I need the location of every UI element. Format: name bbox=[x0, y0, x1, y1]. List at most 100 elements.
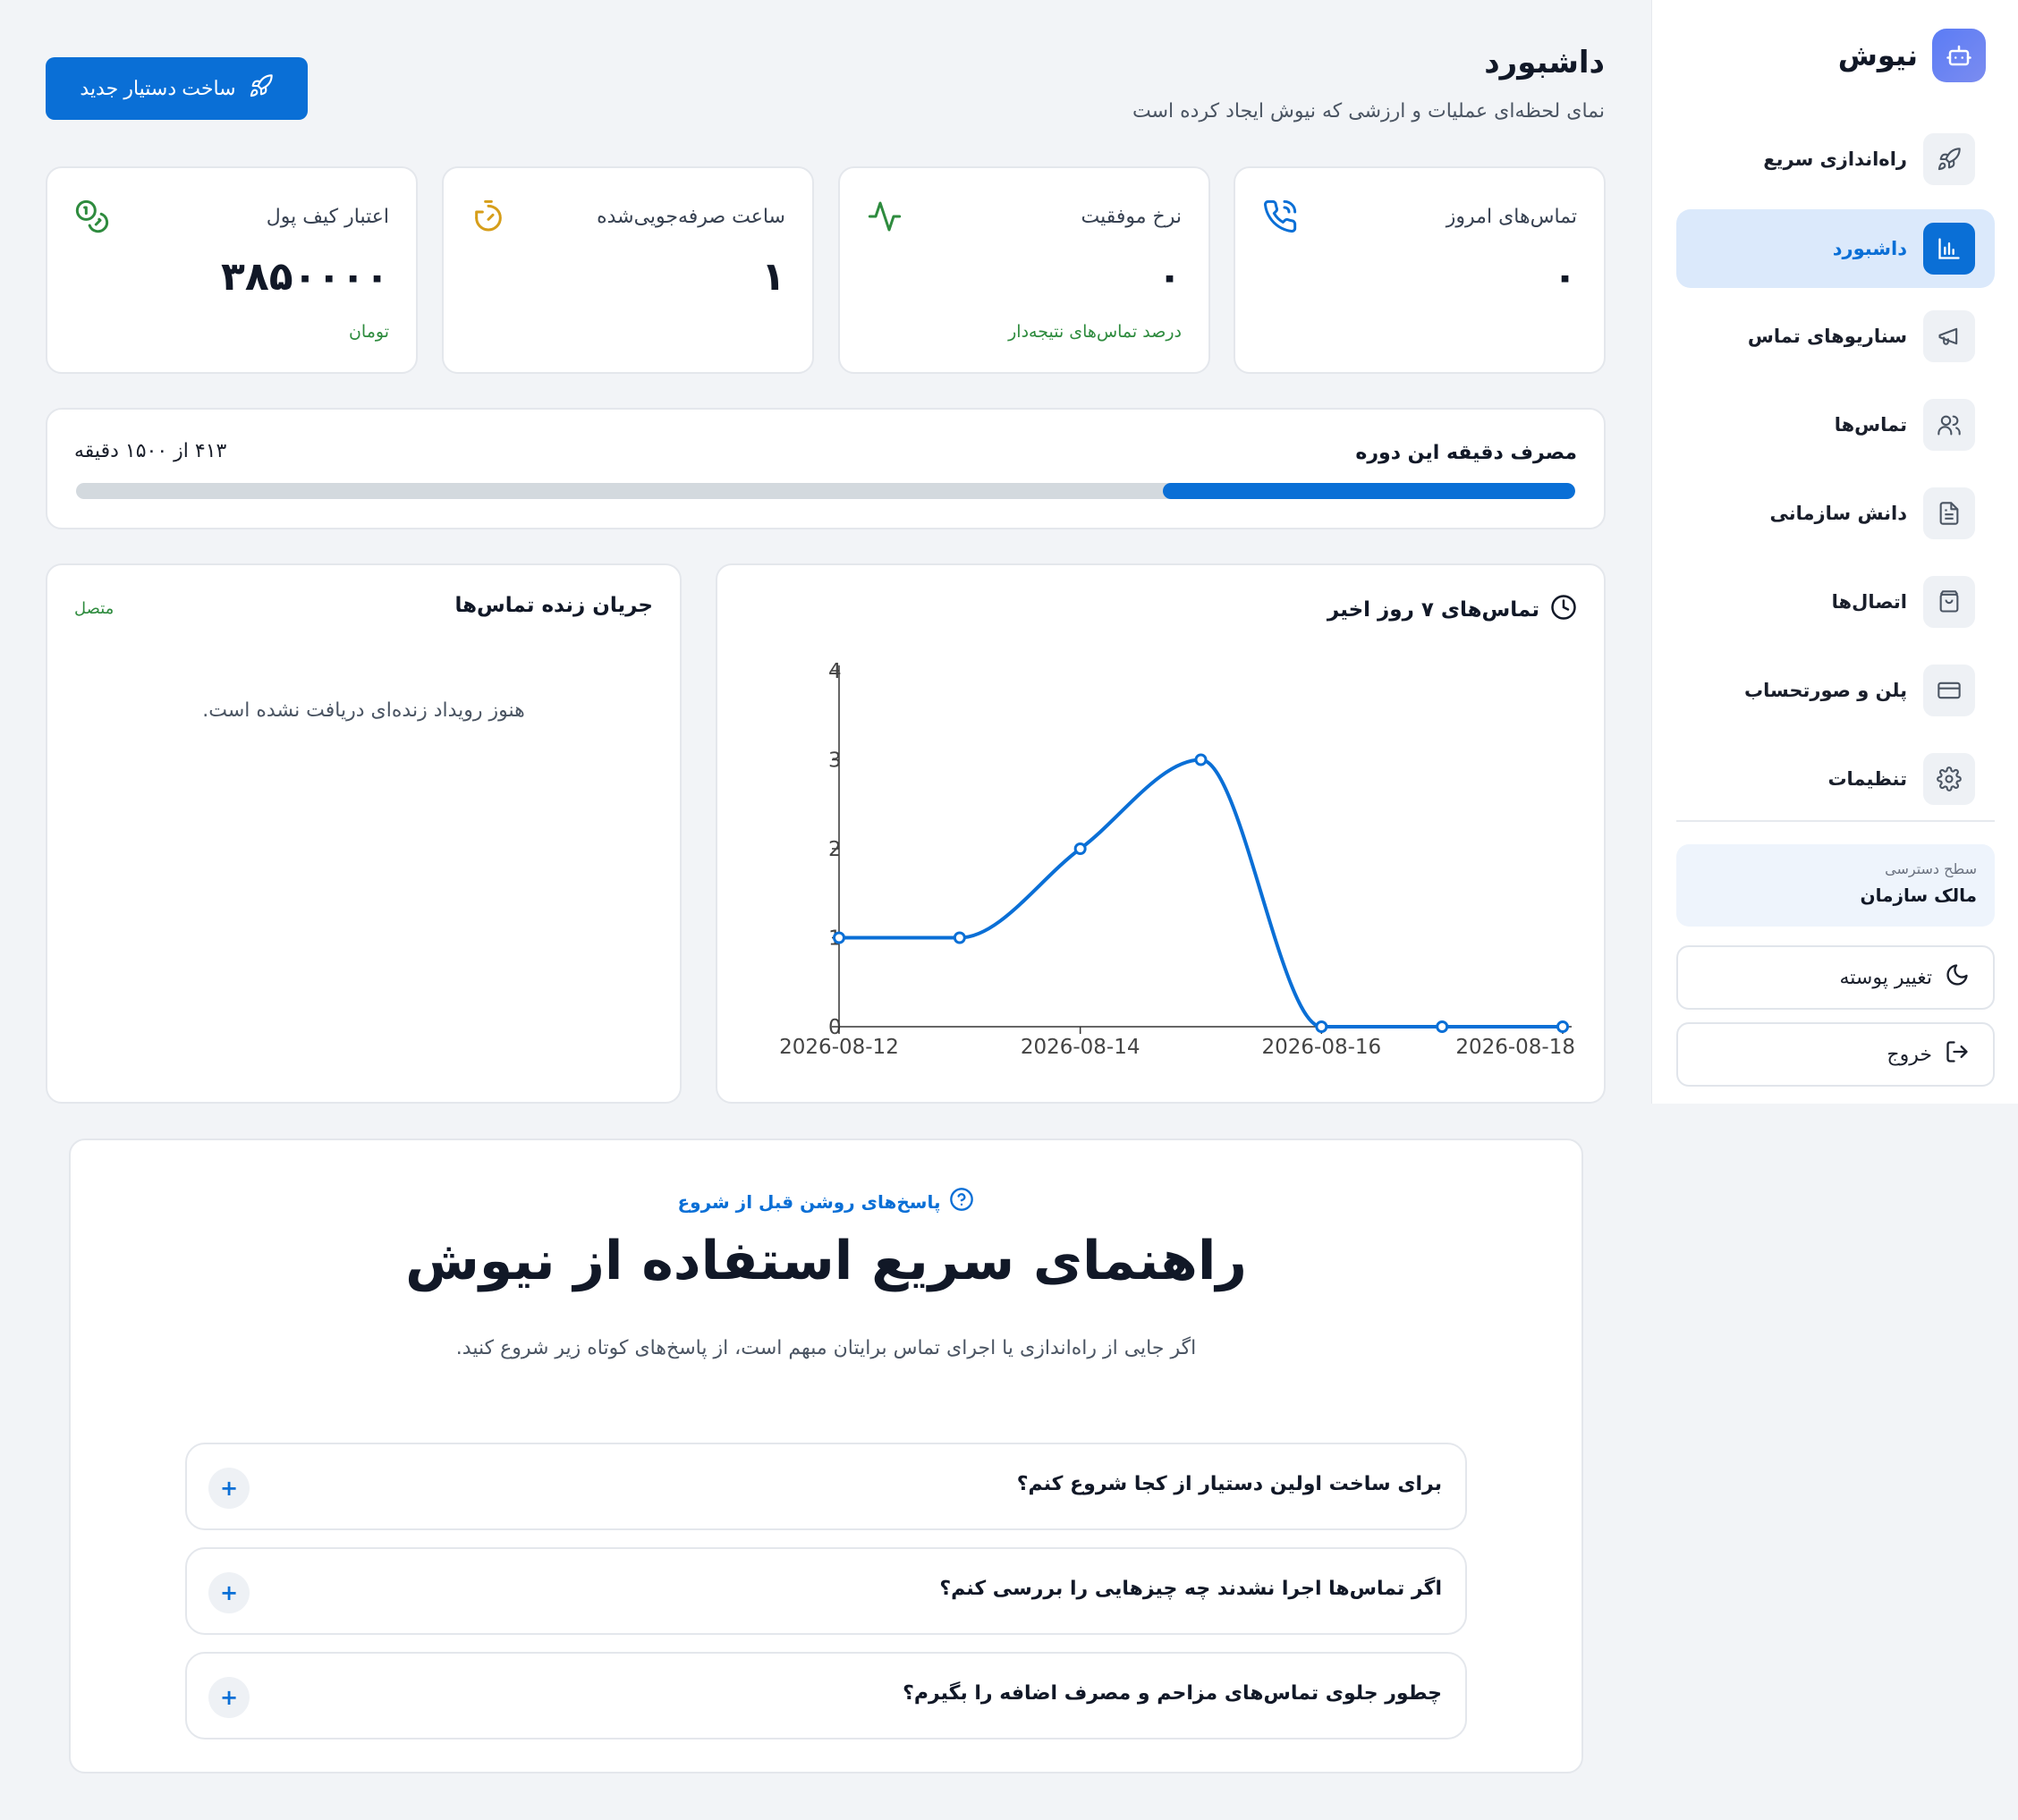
stat-title: ساعت صرفه‌جویی‌شده bbox=[597, 206, 785, 228]
connection-status: متصل bbox=[74, 599, 114, 618]
live-feed-card: جریان زنده تماس‌ها متصل هنوز رویداد زنده… bbox=[46, 563, 682, 1104]
usage-progress-fill bbox=[1162, 483, 1575, 499]
data-point bbox=[1556, 1020, 1569, 1033]
guide-badge: پاسخ‌های روشن قبل از شروع bbox=[71, 1187, 1581, 1216]
rocket-icon bbox=[249, 73, 274, 104]
sidebar-item-dashboard[interactable]: داشبورد bbox=[1676, 209, 1995, 288]
brand-name: نیوش bbox=[1837, 38, 1918, 72]
usage-title: مصرف دقیقه این دوره bbox=[1355, 442, 1577, 464]
guide-subtitle: اگر جایی از راه‌اندازی یا اجرای تماس برا… bbox=[455, 1337, 1197, 1359]
expand-plus-icon[interactable]: + bbox=[208, 1468, 250, 1509]
page-subtitle: نمای لحظه‌ای عملیات و ارزشی که نیوش ایجا… bbox=[1132, 100, 1605, 123]
x-tick-label: 2026-08-18 bbox=[1455, 1036, 1575, 1059]
logout-label: خروج bbox=[1887, 1043, 1932, 1066]
stat-value: ۱ bbox=[761, 254, 785, 300]
document-icon bbox=[1923, 487, 1975, 539]
bot-icon bbox=[1932, 29, 1986, 82]
y-tick-label: 4 bbox=[828, 660, 842, 683]
megaphone-icon bbox=[1923, 310, 1975, 362]
usage-progress-track bbox=[76, 483, 1575, 499]
data-point bbox=[953, 931, 966, 944]
brand: نیوش bbox=[1838, 29, 1986, 82]
stat-title: نرخ موفقیت bbox=[1081, 206, 1183, 228]
stat-card-hours-saved: ساعت صرفه‌جویی‌شده ۱ bbox=[442, 166, 814, 374]
minute-usage-card: مصرف دقیقه این دوره ۴۱۳ از ۱۵۰۰ دقیقه bbox=[46, 408, 1606, 529]
stat-value: ۰ bbox=[1157, 254, 1182, 300]
logout-icon bbox=[1945, 1039, 1970, 1070]
stat-title: اعتبار کیف پول bbox=[266, 206, 389, 228]
data-point bbox=[1073, 842, 1087, 855]
page-title: داشبورد bbox=[1484, 45, 1605, 80]
activity-icon bbox=[867, 199, 903, 234]
y-tick-label: 3 bbox=[828, 749, 842, 773]
users-icon bbox=[1923, 399, 1975, 451]
sidebar-item-label: پلن و صورتحساب bbox=[1744, 680, 1907, 701]
data-point bbox=[1194, 753, 1208, 766]
series-line bbox=[838, 758, 1563, 1029]
expand-plus-icon[interactable]: + bbox=[208, 1572, 250, 1613]
sidebar: نیوش راه‌اندازی سریع داشبورد سناریوهای ت… bbox=[1651, 0, 2018, 1104]
sidebar-item-billing[interactable]: پلن و صورتحساب bbox=[1676, 651, 1995, 730]
stat-card-calls-today: تماس‌های امروز ۰ bbox=[1234, 166, 1606, 374]
stat-card-success-rate: نرخ موفقیت ۰ درصد تماس‌های نتیجه‌دار bbox=[838, 166, 1210, 374]
moon-icon bbox=[1945, 962, 1970, 993]
sidebar-item-integrations[interactable]: اتصال‌ها bbox=[1676, 563, 1995, 641]
x-tick-label: 2026-08-16 bbox=[1261, 1036, 1381, 1059]
sidebar-item-label: داشبورد bbox=[1832, 238, 1907, 259]
coins-icon bbox=[74, 199, 110, 234]
rocket-icon bbox=[1923, 133, 1975, 185]
stat-footnote: درصد تماس‌های نتیجه‌دار bbox=[1008, 322, 1182, 342]
guide-title: راهنمای سریع استفاده از نیوش bbox=[405, 1230, 1247, 1292]
stat-footnote: تومان bbox=[348, 322, 389, 342]
create-assistant-label: ساخت دستیار جدید bbox=[80, 77, 236, 99]
faq-item[interactable]: اگر تماس‌ها اجرا نشدند چه چیزهایی را برر… bbox=[185, 1547, 1467, 1635]
gear-icon bbox=[1923, 753, 1975, 805]
phone-icon bbox=[1262, 199, 1298, 234]
y-tick-label: 2 bbox=[828, 838, 842, 861]
faq-question: چطور جلوی تماس‌های مزاحم و مصرف اضافه را… bbox=[903, 1682, 1442, 1705]
faq-question: برای ساخت اولین دستیار از کجا شروع کنم؟ bbox=[1016, 1473, 1442, 1495]
sidebar-item-label: راه‌اندازی سریع bbox=[1763, 148, 1907, 170]
data-point bbox=[1315, 1020, 1328, 1033]
credit-card-icon bbox=[1923, 665, 1975, 716]
usage-count: ۴۱۳ از ۱۵۰۰ دقیقه bbox=[74, 440, 227, 462]
guide-badge-text: پاسخ‌های روشن قبل از شروع bbox=[677, 1190, 941, 1213]
access-level-box: سطح دسترسی مالک سازمان bbox=[1676, 844, 1995, 927]
sidebar-item-calls[interactable]: تماس‌ها bbox=[1676, 385, 1995, 464]
data-point bbox=[1436, 1020, 1449, 1033]
sidebar-item-quick-setup[interactable]: راه‌اندازی سریع bbox=[1676, 120, 1995, 199]
line-chart: 012342026-08-122026-08-142026-08-162026-… bbox=[779, 660, 1575, 1059]
stat-value: ۰ bbox=[1553, 254, 1577, 300]
calls-chart-card: تماس‌های ۷ روز اخیر 012342026-08-122026-… bbox=[716, 563, 1606, 1104]
quick-guide-card: پاسخ‌های روشن قبل از شروع راهنمای سریع ا… bbox=[69, 1139, 1583, 1773]
expand-plus-icon[interactable]: + bbox=[208, 1677, 250, 1718]
sidebar-item-settings[interactable]: تنظیمات bbox=[1676, 740, 1995, 818]
logout-button[interactable]: خروج bbox=[1676, 1022, 1995, 1087]
timer-icon bbox=[471, 199, 506, 234]
faq-item[interactable]: چطور جلوی تماس‌های مزاحم و مصرف اضافه را… bbox=[185, 1652, 1467, 1740]
stat-card-wallet: اعتبار کیف پول ۳۸۵۰۰۰۰ تومان bbox=[46, 166, 418, 374]
help-circle-icon bbox=[949, 1187, 974, 1216]
sidebar-item-label: دانش سازمانی bbox=[1769, 503, 1907, 524]
sidebar-item-label: اتصال‌ها bbox=[1831, 591, 1907, 613]
x-tick-label: 2026-08-14 bbox=[1021, 1036, 1140, 1059]
sidebar-item-knowledge[interactable]: دانش سازمانی bbox=[1676, 474, 1995, 553]
stat-value: ۳۸۵۰۰۰۰ bbox=[221, 254, 389, 300]
theme-toggle-label: تغییر پوسته bbox=[1839, 966, 1932, 989]
faq-question: اگر تماس‌ها اجرا نشدند چه چیزهایی را برر… bbox=[939, 1578, 1442, 1600]
theme-toggle-button[interactable]: تغییر پوسته bbox=[1676, 945, 1995, 1010]
x-tick-label: 2026-08-12 bbox=[779, 1036, 899, 1059]
live-feed-title: جریان زنده تماس‌ها bbox=[454, 594, 653, 617]
live-feed-empty-text: هنوز رویداد زنده‌ای دریافت نشده است. bbox=[202, 699, 525, 722]
faq-item[interactable]: برای ساخت اولین دستیار از کجا شروع کنم؟ … bbox=[185, 1443, 1467, 1530]
access-level-value: مالک سازمان bbox=[1860, 885, 1978, 906]
sidebar-item-call-scenarios[interactable]: سناریوهای تماس bbox=[1676, 297, 1995, 376]
sidebar-divider bbox=[1676, 820, 1995, 822]
sidebar-item-label: تنظیمات bbox=[1827, 768, 1907, 790]
create-assistant-button[interactable]: ساخت دستیار جدید bbox=[46, 57, 308, 120]
sidebar-item-label: تماس‌ها bbox=[1834, 414, 1907, 436]
bar-chart-icon bbox=[1923, 223, 1975, 275]
sidebar-item-label: سناریوهای تماس bbox=[1747, 326, 1907, 347]
data-point bbox=[833, 931, 845, 944]
bag-icon bbox=[1923, 576, 1975, 628]
